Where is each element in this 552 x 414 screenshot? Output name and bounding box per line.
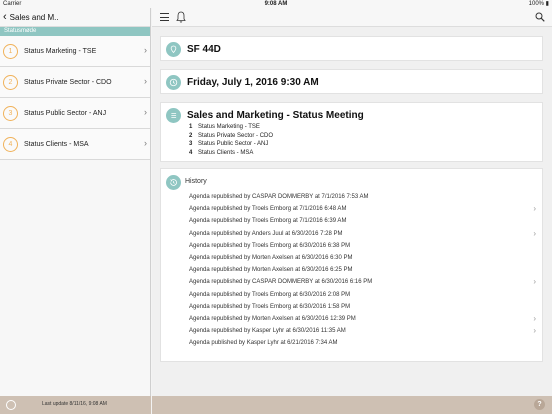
history-row[interactable]: Agenda republished by Morten Axelsen at … — [189, 313, 536, 325]
history-row[interactable]: Agenda published by Kasper Lyhr at 6/21/… — [189, 337, 534, 349]
clock: 9:08 AM — [264, 1, 288, 7]
list-icon — [166, 108, 181, 123]
sidebar-item-status-2[interactable]: 2 Status Private Sector - CDO › — [0, 67, 150, 98]
location-pin-icon — [166, 42, 181, 57]
chevron-right-icon: › — [533, 326, 536, 336]
menu-icon[interactable] — [160, 13, 169, 21]
sidebar-footer: Last update 8/11/16, 9:08 AM — [0, 396, 151, 414]
meeting-datetime: Friday, July 1, 2016 9:30 AM — [187, 77, 319, 88]
search-icon[interactable] — [535, 12, 545, 22]
battery-indicator: 100% ▮ — [528, 1, 549, 7]
chevron-right-icon: › — [533, 204, 536, 214]
history-row[interactable]: Agenda republished by Kasper Lyhr at 6/3… — [189, 325, 536, 337]
chevron-right-icon: › — [144, 138, 147, 148]
back-button[interactable]: ‹ Sales and M.. — [0, 8, 150, 27]
history-row[interactable]: Agenda republished by Morten Axelsen at … — [189, 252, 534, 264]
history-row[interactable]: Agenda republished by Troels Emborg at 6… — [189, 301, 534, 313]
top-bar — [152, 8, 552, 27]
history-row[interactable]: Agenda republished by Troels Emborg at 6… — [189, 289, 534, 301]
chevron-right-icon: › — [144, 107, 147, 117]
sidebar-item-status-1[interactable]: 1 Status Marketing - TSE › — [0, 36, 150, 67]
history-list: Agenda republished by CASPAR DOMMERBY at… — [189, 191, 536, 349]
history-row[interactable]: Agenda republished by Anders Juul at 6/3… — [189, 228, 536, 240]
last-update-text: Last update 8/11/16, 9:08 AM — [42, 401, 107, 407]
chevron-right-icon: › — [533, 277, 536, 287]
history-card: History Agenda republished by CASPAR DOM… — [160, 168, 543, 362]
bell-icon[interactable] — [176, 11, 186, 23]
chevron-left-icon: ‹ — [3, 10, 7, 23]
datetime-card: Friday, July 1, 2016 9:30 AM — [160, 69, 543, 94]
history-row[interactable]: Agenda republished by Morten Axelsen at … — [189, 264, 534, 276]
history-row[interactable]: Agenda republished by CASPAR DOMMERBY at… — [189, 191, 534, 203]
help-button[interactable]: ? — [534, 399, 545, 410]
chevron-right-icon: › — [533, 228, 536, 238]
history-row[interactable]: Agenda republished by Troels Emborg at 7… — [189, 203, 536, 215]
item-number: 3 — [3, 105, 18, 121]
main-panel: SF 44D Friday, July 1, 2016 9:30 AM Sale… — [152, 8, 552, 414]
history-row[interactable]: Agenda republished by CASPAR DOMMERBY at… — [189, 276, 536, 288]
clock-icon — [166, 75, 181, 90]
agenda-card: Sales and Marketing - Status Meeting 1 St… — [160, 102, 543, 162]
item-number: 2 — [3, 74, 18, 90]
sidebar: ‹ Sales and M.. Statusmøde 1 Status Mark… — [0, 8, 151, 414]
agenda-item: 2 Status Private Sector - CDO — [189, 132, 274, 139]
sidebar-item-status-3[interactable]: 3 Status Public Sector - ANJ › — [0, 98, 150, 129]
agenda-item: 1 Status Marketing - TSE — [189, 124, 260, 130]
item-number: 1 — [3, 43, 18, 59]
item-label: Status Private Sector - CDO — [24, 78, 112, 86]
bottom-bar: ? — [152, 396, 552, 414]
chevron-right-icon: › — [533, 313, 536, 323]
history-heading: History — [185, 178, 207, 185]
agenda-item: 3 Status Public Sector - ANJ — [189, 141, 269, 147]
item-label: Status Marketing - TSE — [24, 47, 97, 55]
room-name: SF 44D — [187, 44, 221, 55]
meeting-title: Sales and Marketing - Status Meeting — [187, 110, 364, 121]
item-label: Status Public Sector - ANJ — [24, 109, 107, 117]
chevron-right-icon: › — [144, 76, 147, 86]
history-icon — [166, 175, 181, 190]
refresh-icon[interactable] — [6, 400, 16, 410]
status-bar: Carrier 9:08 AM 100% ▮ — [0, 0, 552, 8]
sidebar-item-status-4[interactable]: 4 Status Clients - MSA › — [0, 129, 150, 160]
item-number: 4 — [3, 136, 18, 152]
agenda-item: 4 Status Clients - MSA — [189, 149, 254, 156]
history-row[interactable]: Agenda republished by Troels Emborg at 7… — [189, 215, 534, 227]
agenda-list: 1 Status Marketing - TSE 2 Status Private … — [189, 123, 273, 157]
chevron-right-icon: › — [144, 45, 147, 55]
item-label: Status Clients - MSA — [24, 140, 89, 148]
back-label: Sales and M.. — [9, 12, 59, 22]
section-header: Statusmøde — [0, 27, 150, 36]
history-row[interactable]: Agenda republished by Troels Emborg at 6… — [189, 240, 534, 252]
location-card: SF 44D — [160, 36, 543, 61]
